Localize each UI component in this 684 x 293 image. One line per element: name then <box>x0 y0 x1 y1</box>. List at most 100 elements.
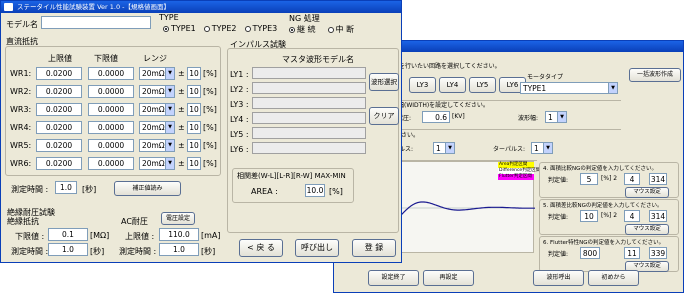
measure-time-input[interactable]: 1.0 <box>55 181 77 194</box>
width-label: 波形幅: <box>518 115 539 122</box>
radio-icon[interactable] <box>327 26 334 33</box>
dc-tolerance-input[interactable]: 10 <box>187 157 201 170</box>
area-input[interactable]: 10.0 <box>305 184 325 197</box>
radio-option[interactable]: TYPE1 <box>163 24 196 33</box>
read-correction-button[interactable]: 補正値読み <box>114 181 181 196</box>
chevron-down-icon[interactable]: ▼ <box>557 112 566 122</box>
plus-minus-label: ± <box>178 141 185 150</box>
ac-time-unit: [秒] <box>201 247 216 256</box>
radio-icon[interactable] <box>289 26 295 33</box>
ly-model-field[interactable] <box>252 142 366 154</box>
ly-model-field[interactable] <box>252 97 366 109</box>
waveform-call-button[interactable]: 波形呼出 <box>533 270 584 286</box>
area-ng-value-input[interactable]: 5 <box>580 173 598 185</box>
area-ng-start-input[interactable]: 4 <box>624 173 640 185</box>
dc-range-select[interactable]: 20mΩ ▼ <box>139 67 175 80</box>
clear-button[interactable]: クリア <box>369 107 399 125</box>
radio-icon[interactable] <box>163 25 169 32</box>
dc-upper-input[interactable]: 0.0200 <box>36 67 82 80</box>
area-ng-mouse-button[interactable]: マウス設定 <box>625 187 669 198</box>
dc-row: WR4: 0.0200 0.0000 20mΩ ▼ ±10 [%] <box>6 119 220 135</box>
ly-label: LY3 : <box>230 100 249 109</box>
dc-range-select[interactable]: 20mΩ ▼ <box>139 139 175 152</box>
plus-minus-label: ± <box>178 159 185 168</box>
radio-option[interactable]: 継 続 <box>289 25 316 34</box>
dc-row-label: WR1: <box>10 69 32 78</box>
batch-waveform-button[interactable]: 一括波形作成 <box>629 68 681 82</box>
flutter-ng-value-input[interactable]: 800 <box>580 247 600 259</box>
ly-model-field[interactable] <box>252 112 366 124</box>
finish-settings-button[interactable]: 設定終了 <box>368 270 419 286</box>
ly-select-button[interactable]: LY5 <box>469 77 496 93</box>
chevron-down-icon[interactable]: ▼ <box>165 140 174 151</box>
ac-time-input[interactable]: 1.0 <box>159 243 199 256</box>
area-ng-end-input[interactable]: 314 <box>649 173 667 185</box>
dc-lower-input[interactable]: 0.0000 <box>88 157 134 170</box>
chevron-down-icon[interactable]: ▼ <box>165 86 174 97</box>
diff-ng-end-input[interactable]: 314 <box>649 210 667 222</box>
chevron-down-icon[interactable]: ▼ <box>608 83 617 93</box>
chevron-down-icon[interactable]: ▼ <box>165 122 174 133</box>
restart-button[interactable]: 初めから <box>588 270 639 286</box>
dc-lower-input[interactable]: 0.0000 <box>88 121 134 134</box>
model-name-input[interactable] <box>41 16 151 29</box>
chevron-down-icon[interactable]: ▼ <box>445 143 454 153</box>
diff-ng-mouse-button[interactable]: マウス設定 <box>625 224 669 235</box>
reset-button[interactable]: 再設定 <box>423 270 474 286</box>
dc-range-select[interactable]: 20mΩ ▼ <box>139 121 175 134</box>
dc-tolerance-input[interactable]: 10 <box>187 121 201 134</box>
back-button[interactable]: < 戻 る <box>239 239 283 257</box>
dc-tolerance-input[interactable]: 10 <box>187 139 201 152</box>
dc-lower-input[interactable]: 0.0000 <box>88 103 134 116</box>
dc-range-select[interactable]: 20mΩ ▼ <box>139 103 175 116</box>
ly-select-button[interactable]: LY3 <box>409 77 436 93</box>
delay-value: 1 <box>534 144 539 153</box>
dc-range-select[interactable]: 20mΩ ▼ <box>139 85 175 98</box>
radio-icon[interactable] <box>203 25 210 32</box>
diff-ng-value-input[interactable]: 10 <box>580 210 598 222</box>
dc-tolerance-input[interactable]: 10 <box>187 67 201 80</box>
radio-option[interactable]: TYPE3 <box>244 24 277 33</box>
dc-lower-input[interactable]: 0.0000 <box>88 85 134 98</box>
dc-lower-input[interactable]: 0.0000 <box>88 139 134 152</box>
ng-radio-group: 継 続中 断 <box>289 24 366 35</box>
voltage-input[interactable]: 0.6 <box>422 111 450 123</box>
dc-row: WR2: 0.0200 0.0000 20mΩ ▼ ±10 [%] <box>6 83 220 99</box>
call-button[interactable]: 呼び出し <box>295 239 339 257</box>
app-icon <box>4 3 13 11</box>
width-value: 1 <box>548 113 553 122</box>
ly-model-field[interactable] <box>252 127 366 139</box>
ins-time-input[interactable]: 1.0 <box>48 243 88 256</box>
dc-upper-input[interactable]: 0.0200 <box>36 157 82 170</box>
dc-tolerance-input[interactable]: 10 <box>187 85 201 98</box>
dc-upper-input[interactable]: 0.0200 <box>36 121 82 134</box>
ly-model-field[interactable] <box>252 67 366 79</box>
pulse-select[interactable]: 1 ▼ <box>433 142 455 154</box>
radio-option[interactable]: TYPE2 <box>203 24 237 33</box>
motor-type-select[interactable]: TYPE1 ▼ <box>520 82 618 94</box>
width-select[interactable]: 1 ▼ <box>545 111 567 123</box>
radio-icon[interactable] <box>244 25 251 32</box>
ac-upper-input[interactable]: 110.0 <box>159 228 199 241</box>
diff-ng-start-input[interactable]: 4 <box>624 210 640 222</box>
flutter-ng-end-input[interactable]: 339 <box>649 247 667 259</box>
chevron-down-icon[interactable]: ▼ <box>165 158 174 169</box>
voltage-setting-button[interactable]: 電圧設定 <box>161 212 195 225</box>
dc-upper-input[interactable]: 0.0200 <box>36 85 82 98</box>
waveform-select-button[interactable]: 波形選択 <box>369 73 399 91</box>
ins-lower-input[interactable]: 0.1 <box>48 228 88 241</box>
chevron-down-icon[interactable]: ▼ <box>165 104 174 115</box>
dc-lower-input[interactable]: 0.0000 <box>88 67 134 80</box>
dc-range-select[interactable]: 20mΩ ▼ <box>139 157 175 170</box>
ly-select-button[interactable]: LY4 <box>439 77 466 93</box>
dc-tolerance-input[interactable]: 10 <box>187 103 201 116</box>
flutter-ng-start-input[interactable]: 11 <box>624 247 640 259</box>
chevron-down-icon[interactable]: ▼ <box>165 68 174 79</box>
radio-option[interactable]: 中 断 <box>327 25 354 34</box>
dc-upper-input[interactable]: 0.0200 <box>36 103 82 116</box>
ly-model-field[interactable] <box>252 82 366 94</box>
register-button[interactable]: 登 録 <box>352 239 396 257</box>
dc-upper-input[interactable]: 0.0200 <box>36 139 82 152</box>
delay-select[interactable]: 1 ▼ <box>531 142 553 154</box>
chevron-down-icon[interactable]: ▼ <box>543 143 552 153</box>
